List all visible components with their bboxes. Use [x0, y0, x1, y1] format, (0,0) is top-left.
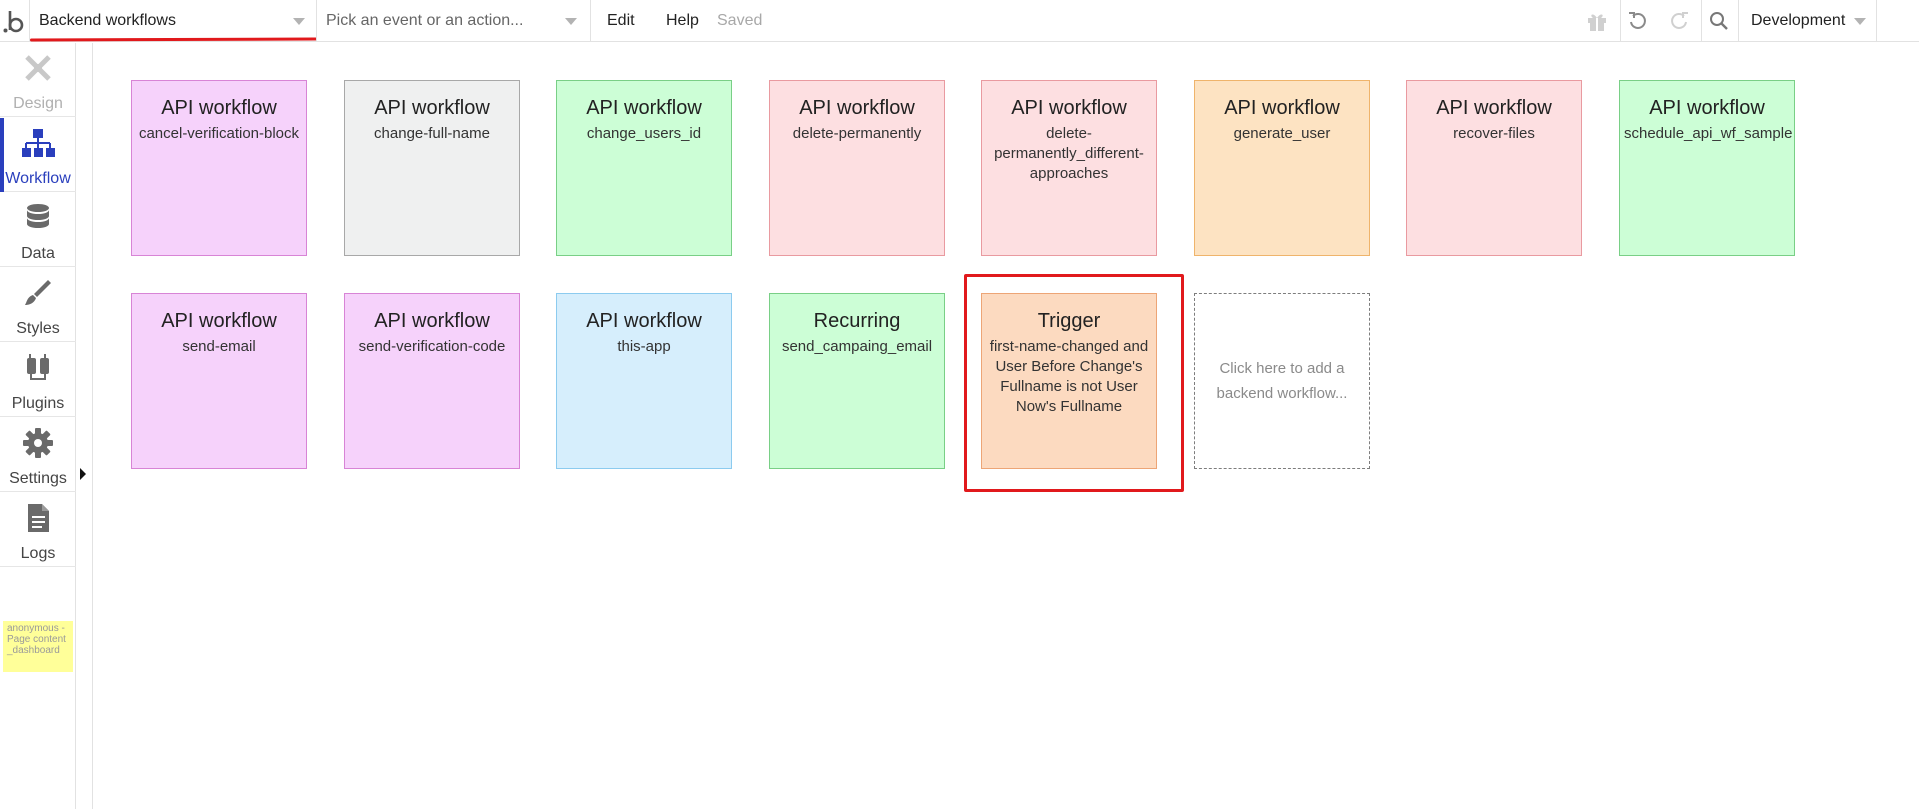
workflow-card[interactable]: API workflow change-full-name	[344, 80, 520, 256]
user-page-note: anonymous - Page content_dashboard	[3, 621, 73, 672]
workflow-card-trigger[interactable]: Trigger first-name-changed and User Befo…	[981, 293, 1157, 469]
workflow-card[interactable]: API workflow send-email	[131, 293, 307, 469]
divider	[1620, 0, 1621, 42]
database-icon	[24, 202, 52, 239]
sidebar-item-workflow[interactable]: Workflow	[0, 118, 76, 192]
sidebar-item-plugins[interactable]: Plugins	[0, 343, 76, 417]
add-backend-workflow-button[interactable]: Click here to add a backend workflow...	[1194, 293, 1370, 469]
undo-icon[interactable]	[1624, 7, 1652, 35]
sidebar-item-styles[interactable]: Styles	[0, 268, 76, 342]
expand-arrow-icon[interactable]	[80, 468, 86, 480]
chevron-down-icon	[1854, 18, 1866, 25]
page-selector-dropdown[interactable]: Backend workflows	[29, 0, 318, 42]
workflow-card[interactable]: API workflow recover-files	[1406, 80, 1582, 256]
workflow-name: schedule_api_wf_sample	[1624, 125, 1793, 142]
bubble-logo-icon[interactable]	[0, 0, 28, 42]
edit-menu[interactable]: Edit	[607, 0, 635, 42]
workflow-name: this-app	[617, 338, 671, 355]
workflow-type: Trigger	[1037, 310, 1101, 332]
workflow-type: API workflow	[1436, 97, 1552, 119]
workflow-name: cancel-verification-block	[138, 125, 300, 142]
help-menu[interactable]: Help	[666, 0, 699, 42]
sidebar-item-label: Styles	[16, 320, 60, 337]
workflow-type: API workflow	[586, 310, 702, 332]
workflow-card[interactable]: Recurring send_campaing_email	[769, 293, 945, 469]
plug-icon	[22, 352, 54, 389]
gear-icon	[22, 427, 54, 464]
divider	[590, 0, 591, 42]
sidebar-item-label: Plugins	[11, 395, 65, 412]
saved-status: Saved	[717, 12, 763, 29]
chevron-down-icon	[293, 18, 305, 25]
sidebar-item-design[interactable]: Design	[0, 43, 76, 117]
divider	[1876, 0, 1877, 42]
gift-icon[interactable]	[1583, 7, 1611, 35]
workflow-name: generate_user	[1233, 125, 1331, 142]
workflow-type: API workflow	[374, 97, 490, 119]
sidebar-item-label: Design	[13, 95, 63, 112]
workflow-name: delete-permanently_different-approaches	[994, 125, 1144, 182]
divider	[1738, 0, 1739, 42]
environment-value: Development	[1751, 12, 1846, 29]
document-icon	[24, 502, 52, 539]
top-bar: Backend workflows Pick an event or an ac…	[0, 0, 1919, 42]
sidebar-item-label: Logs	[20, 545, 56, 562]
workflow-name: delete-permanently	[792, 125, 922, 142]
workflow-type: API workflow	[586, 97, 702, 119]
workflow-card[interactable]: API workflow schedule_api_wf_sample	[1619, 80, 1795, 256]
redo-icon[interactable]	[1665, 7, 1693, 35]
left-sidebar: Design Workflow Data Styles Plugins Sett…	[0, 43, 76, 809]
sidebar-item-label: Workflow	[5, 170, 71, 187]
event-action-picker[interactable]: Pick an event or an action...	[316, 0, 590, 42]
sidebar-item-label: Data	[21, 245, 55, 262]
divider	[1701, 0, 1702, 42]
workflow-card[interactable]: API workflow this-app	[556, 293, 732, 469]
brush-icon	[22, 277, 54, 314]
workflow-card[interactable]: API workflow cancel-verification-block	[131, 80, 307, 256]
workflow-name: send_campaing_email	[781, 338, 933, 355]
workflow-card[interactable]: API workflow delete-permanently	[769, 80, 945, 256]
workflow-name: first-name-changed and User Before Chang…	[989, 338, 1149, 415]
workflow-type: API workflow	[1224, 97, 1340, 119]
workflow-icon	[21, 127, 55, 164]
workflow-type: API workflow	[1649, 97, 1765, 119]
workflow-name: recover-files	[1453, 125, 1535, 142]
workflow-name: send-email	[182, 338, 256, 355]
red-underline-annotation	[29, 37, 318, 42]
workflow-type: API workflow	[161, 97, 277, 119]
workflow-type: API workflow	[799, 97, 915, 119]
workflow-type: Recurring	[813, 310, 901, 332]
page-selector-value: Backend workflows	[39, 12, 176, 29]
search-icon[interactable]	[1705, 7, 1733, 35]
sidebar-item-label: Settings	[9, 470, 67, 487]
design-icon	[22, 52, 54, 89]
sidebar-item-data[interactable]: Data	[0, 193, 76, 267]
sidebar-item-settings[interactable]: Settings	[0, 418, 76, 492]
workflow-name: change_users_id	[586, 125, 702, 142]
chevron-down-icon	[565, 18, 577, 25]
workflow-type: API workflow	[161, 310, 277, 332]
workflow-name: send-verification-code	[358, 338, 506, 355]
workflow-card[interactable]: API workflow change_users_id	[556, 80, 732, 256]
workflow-card[interactable]: API workflow generate_user	[1194, 80, 1370, 256]
event-picker-placeholder: Pick an event or an action...	[326, 12, 524, 29]
environment-dropdown[interactable]: Development	[1740, 0, 1874, 42]
workflow-card[interactable]: API workflow delete-permanently_differen…	[981, 80, 1157, 256]
workflow-type: API workflow	[1011, 97, 1127, 119]
sidebar-collapse-rail	[76, 43, 93, 809]
workflow-type: API workflow	[374, 310, 490, 332]
workflow-name: change-full-name	[374, 125, 490, 142]
workflow-card[interactable]: API workflow send-verification-code	[344, 293, 520, 469]
add-workflow-label: Click here to add a backend workflow...	[1216, 360, 1348, 402]
sidebar-item-logs[interactable]: Logs	[0, 493, 76, 567]
